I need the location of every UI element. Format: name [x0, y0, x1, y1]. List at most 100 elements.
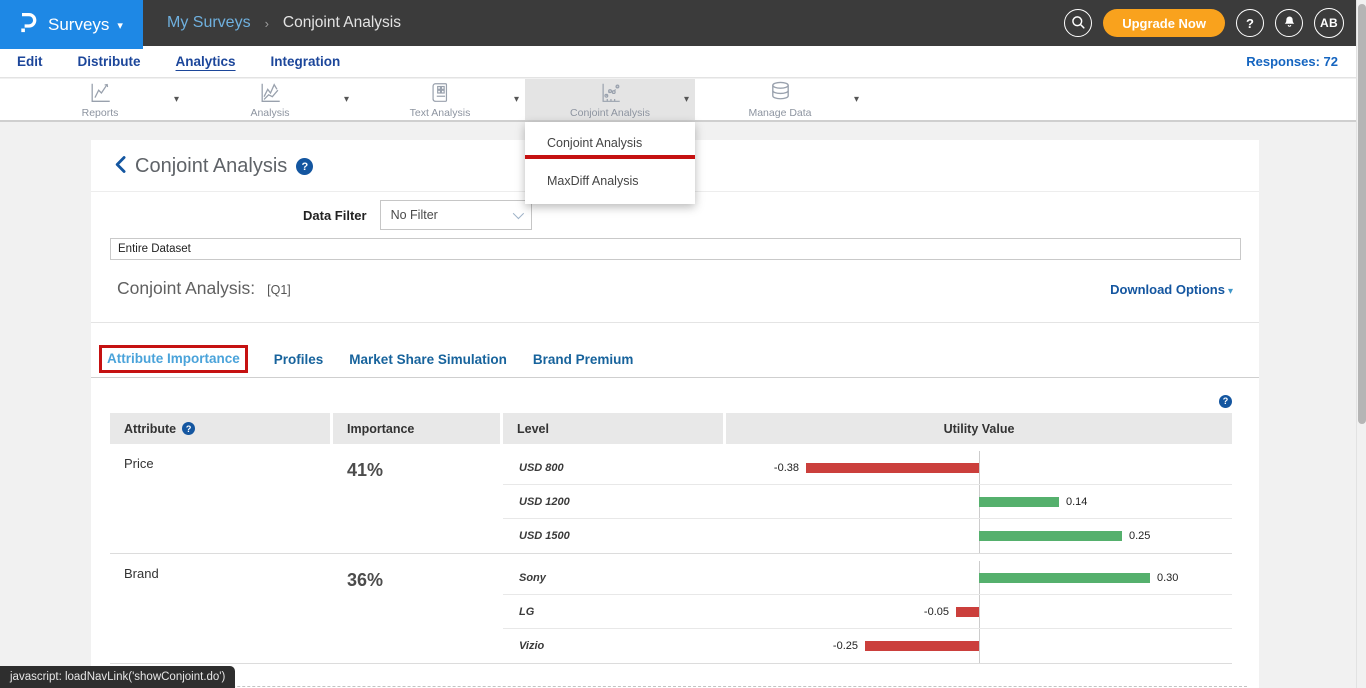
utility-value-label: -0.25	[833, 640, 858, 652]
utility-bar	[806, 463, 979, 473]
utility-value-label: 0.30	[1157, 572, 1178, 584]
upgrade-now-button[interactable]: Upgrade Now	[1103, 9, 1225, 37]
level-row-lg: LG-0.05	[503, 595, 1232, 629]
column-header-label: Level	[517, 422, 549, 436]
table-help-icon[interactable]: ?	[1219, 395, 1232, 408]
nav-item-analytics[interactable]: Analytics	[176, 54, 236, 69]
data-filter-value: No Filter	[391, 208, 438, 222]
breadcrumb-my-surveys[interactable]: My Surveys	[167, 14, 251, 32]
chevron-down-icon[interactable]: ▾	[514, 93, 519, 104]
search-button[interactable]	[1064, 9, 1092, 37]
chevron-down-icon	[512, 208, 523, 219]
data-filter-label: Data Filter	[303, 208, 367, 223]
levels-list: USD 800 -0.38 USD 1200 0.14 USD 15000.25	[503, 444, 1232, 553]
level-label: USD 800	[503, 451, 723, 484]
table-header-row: Attribute?ImportanceLevelUtility Value	[110, 413, 1232, 444]
column-header-level: Level	[503, 413, 723, 444]
column-header-label: Importance	[347, 422, 414, 436]
back-chevron-icon[interactable]	[115, 156, 126, 178]
avatar[interactable]: AB	[1314, 8, 1344, 38]
utility-bar	[979, 531, 1122, 541]
toolbar-item-text-analysis[interactable]: Text Analysis ▾	[355, 79, 525, 120]
attribute-group-price: Price41%USD 800-0.38USD 12000.14USD 1500…	[110, 444, 1232, 554]
toolbar-item-label: Analysis	[250, 107, 289, 119]
tab-attribute-importance[interactable]: Attribute Importance	[107, 351, 240, 366]
reports-chart-icon	[88, 81, 113, 105]
chevron-down-icon[interactable]: ▾	[344, 93, 349, 104]
menu-item-maxdiff-analysis[interactable]: MaxDiff Analysis	[525, 165, 695, 198]
utility-value-label: 0.25	[1129, 530, 1150, 542]
column-header-label: Attribute	[124, 422, 176, 436]
questionpro-logo-icon	[16, 10, 40, 39]
toolbar-item-reports[interactable]: Reports ▾	[15, 79, 185, 120]
page-title: Conjoint Analysis	[135, 155, 287, 178]
help-button[interactable]: ?	[1236, 9, 1264, 37]
search-icon	[1070, 14, 1086, 33]
question-mark-icon: ?	[1246, 16, 1254, 31]
utility-bar-area: -0.38	[726, 451, 1232, 484]
zero-axis-line	[979, 451, 980, 484]
table-help-row: ?	[91, 391, 1232, 409]
tab-market-share-simulation[interactable]: Market Share Simulation	[349, 352, 507, 367]
chevron-down-icon: ▾	[1228, 286, 1233, 297]
download-options-link[interactable]: Download Options▾	[1110, 282, 1233, 297]
status-link-tooltip: javascript: loadNavLink('showConjoint.do…	[0, 666, 235, 688]
toolbar-item-analysis[interactable]: Analysis ▾	[185, 79, 355, 120]
vertical-scrollbar[interactable]	[1356, 0, 1366, 688]
attribute-name: Price	[110, 444, 330, 553]
chevron-down-icon[interactable]: ▾	[854, 93, 859, 104]
utility-bar-area: 0.30	[726, 561, 1232, 594]
toolbar-item-label: Reports	[82, 107, 119, 119]
levels-list: Sony0.30LG-0.05Vizio-0.25	[503, 554, 1232, 663]
nav-item-edit[interactable]: Edit	[17, 54, 43, 69]
toolbar-item-conjoint-analysis[interactable]: Conjoint Analysis ▾	[525, 79, 695, 120]
chevron-down-icon[interactable]: ▾	[174, 93, 179, 104]
column-header-attribute: Attribute?	[110, 413, 330, 444]
data-filter-select[interactable]: No Filter	[380, 200, 532, 230]
attribute-importance-table: Attribute?ImportanceLevelUtility ValuePr…	[110, 413, 1232, 664]
utility-value-label: -0.38	[774, 462, 799, 474]
zero-axis-line	[979, 595, 980, 628]
attribute-name: Brand	[110, 554, 330, 663]
tab-profiles[interactable]: Profiles	[274, 352, 324, 367]
utility-value-label: 0.14	[1066, 496, 1087, 508]
brand-label: Surveys	[48, 15, 109, 35]
conjoint-analysis-dropdown-menu: Conjoint Analysis MaxDiff Analysis	[525, 122, 695, 204]
scrollbar-thumb[interactable]	[1358, 4, 1366, 424]
utility-bar	[979, 573, 1150, 583]
content-card: Conjoint Analysis ? Data Filter No Filte…	[91, 140, 1259, 688]
utility-bar-area: -0.05	[726, 595, 1232, 628]
level-row-usd-800: USD 800 -0.38	[503, 451, 1232, 485]
utility-bar-area: 0.14	[726, 485, 1232, 518]
chevron-down-icon: ▾	[117, 19, 123, 32]
attribute-help-icon[interactable]: ?	[182, 422, 195, 435]
level-row-usd-1200: USD 1200 0.14	[503, 485, 1232, 519]
tab-brand-premium[interactable]: Brand Premium	[533, 352, 634, 367]
level-row-usd-1500: USD 15000.25	[503, 519, 1232, 553]
page-fold-dashed-divider	[97, 686, 1247, 687]
chevron-down-icon[interactable]: ▾	[684, 93, 689, 104]
page-help-icon[interactable]: ?	[296, 158, 313, 175]
responses-count[interactable]: Responses: 72	[1246, 54, 1338, 69]
utility-bar	[979, 497, 1059, 507]
menu-item-conjoint-analysis[interactable]: Conjoint Analysis	[525, 122, 695, 155]
analysis-section-header: Conjoint Analysis: [Q1] Download Options…	[117, 278, 1233, 299]
toolbar-item-label: Conjoint Analysis	[570, 107, 650, 119]
nav-item-integration[interactable]: Integration	[271, 54, 341, 69]
toolbar-item-label: Manage Data	[748, 107, 811, 119]
conjoint-chart-icon	[598, 81, 623, 105]
toolbar-item-manage-data[interactable]: Manage Data ▾	[695, 79, 865, 120]
surveys-app-switcher[interactable]: Surveys ▾	[0, 0, 143, 49]
level-label: Sony	[503, 561, 723, 594]
dataset-field[interactable]: Entire Dataset	[110, 238, 1241, 260]
importance-value: 36%	[333, 554, 500, 663]
analysis-tabs: Attribute Importance Profiles Market Share…	[91, 323, 1259, 378]
breadcrumb-current: Conjoint Analysis	[283, 14, 401, 32]
notifications-button[interactable]	[1275, 9, 1303, 37]
utility-bar	[956, 607, 979, 617]
analytics-toolbar: Reports▾Analysis▾Text Analysis▾Conjoint …	[0, 79, 1366, 122]
level-label: USD 1200	[503, 485, 723, 518]
nav-item-distribute[interactable]: Distribute	[78, 54, 141, 69]
toolbar-item-label: Text Analysis	[410, 107, 471, 119]
breadcrumb-separator: ›	[265, 16, 269, 31]
